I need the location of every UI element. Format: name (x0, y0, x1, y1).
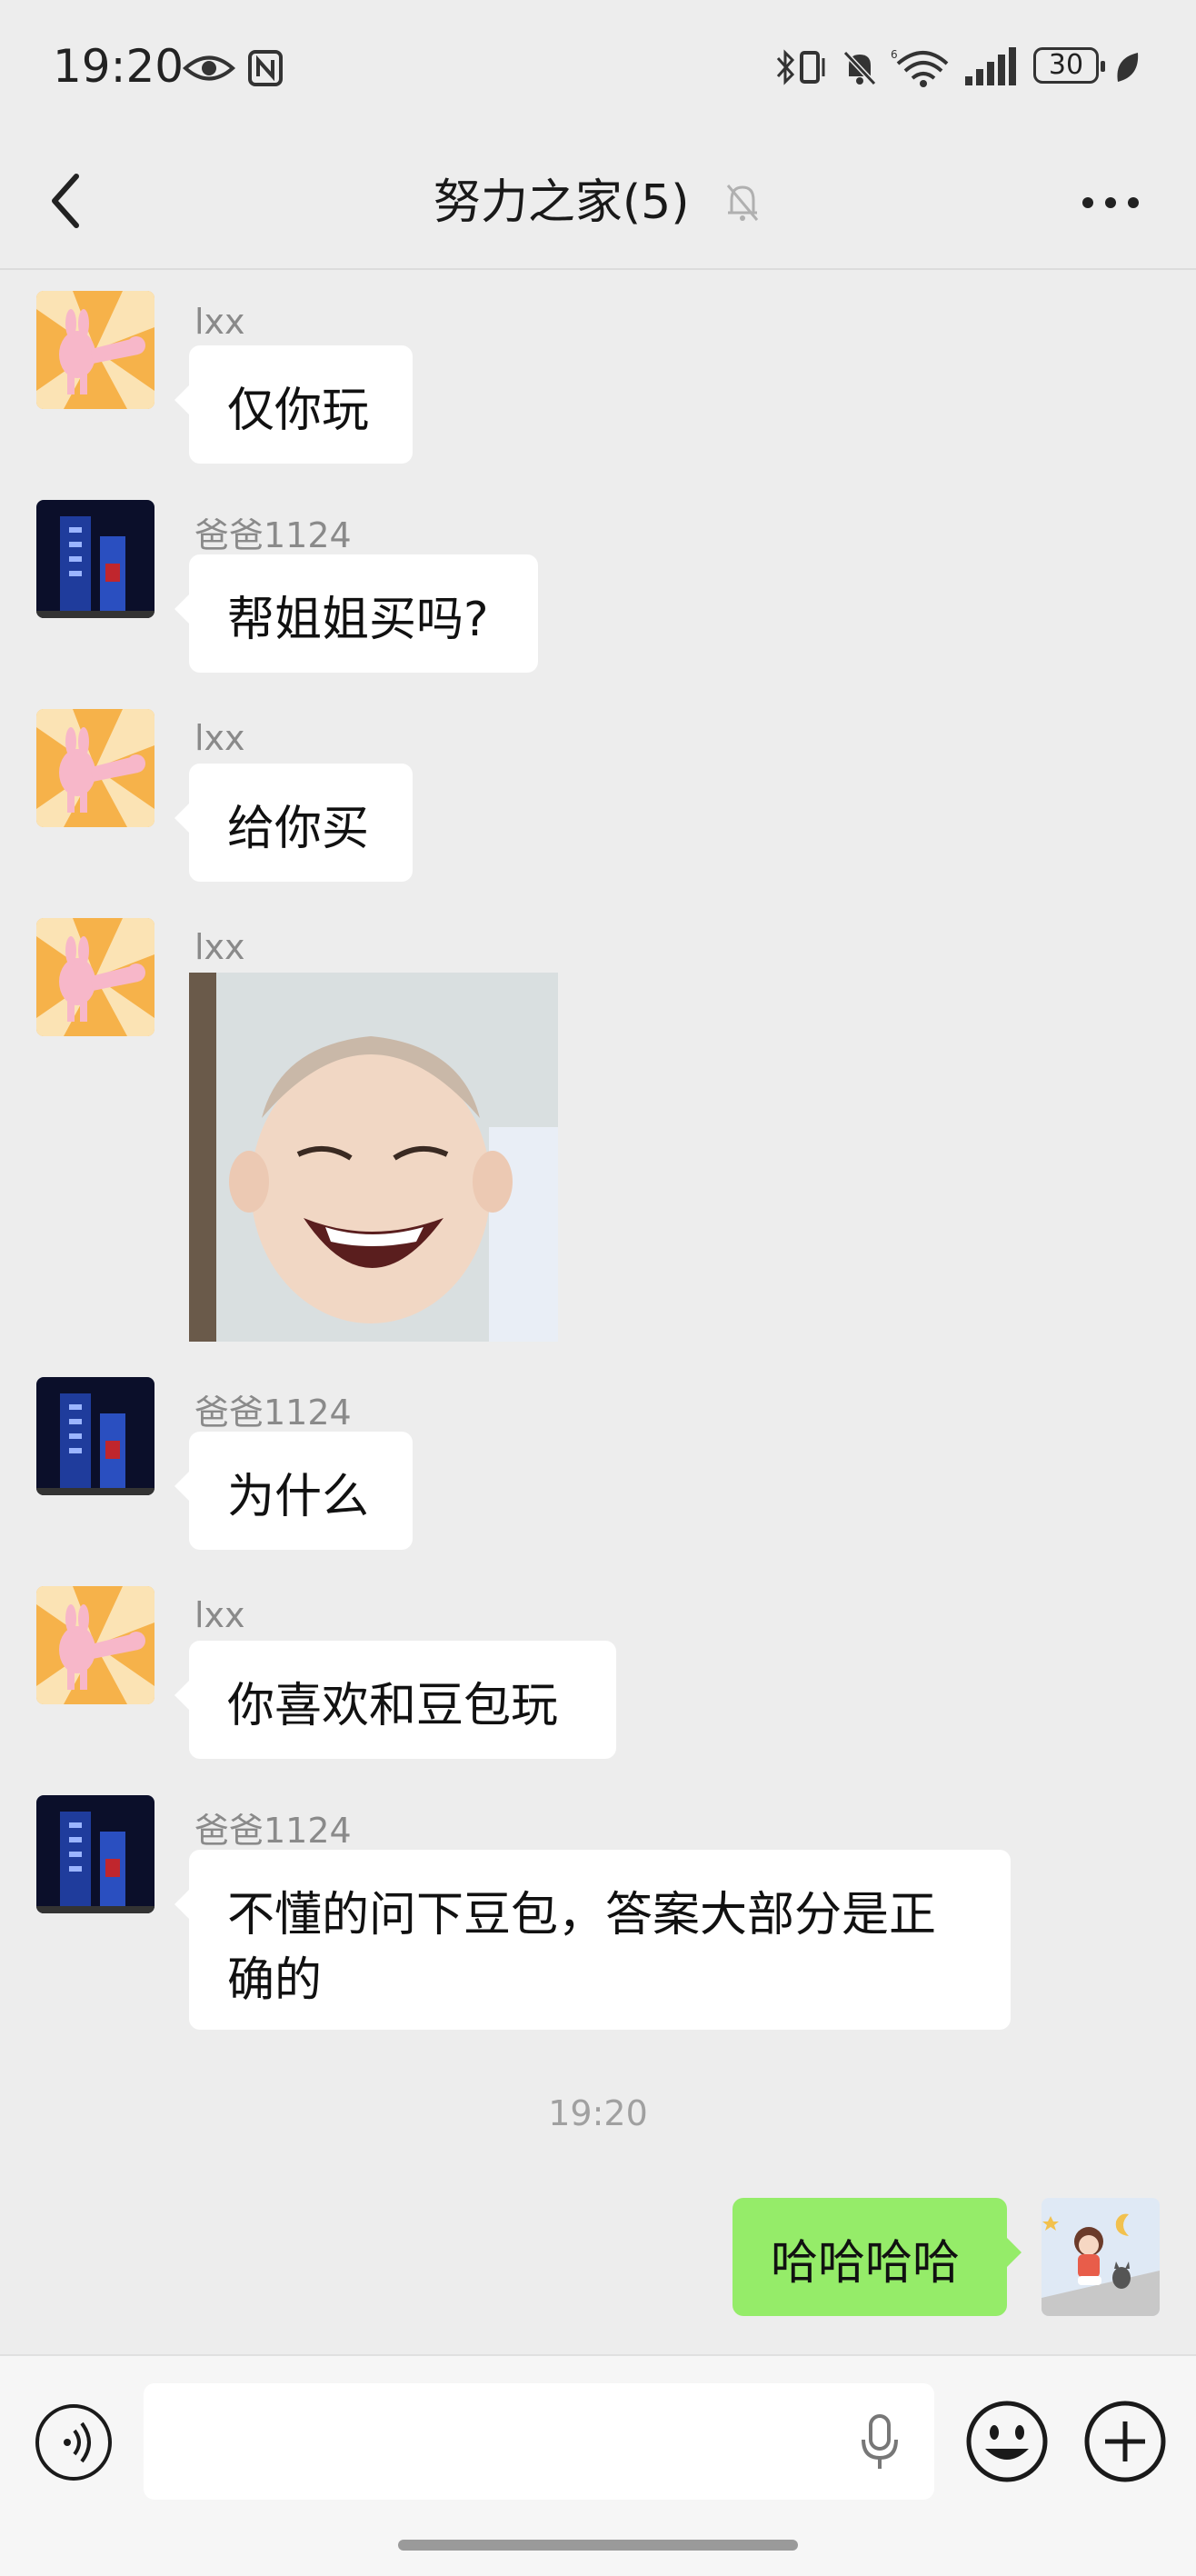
status-bar: 19:20 6 30 (0, 0, 1196, 136)
sender-name: lxx (194, 1595, 245, 1635)
laughing-baby-sticker[interactable] (189, 973, 558, 1342)
bunny-avatar-icon (36, 709, 154, 827)
message-input[interactable] (144, 2383, 934, 2500)
signal-icon (965, 47, 1016, 85)
bunny-avatar-icon (36, 1586, 154, 1704)
plus-icon[interactable] (1081, 2398, 1169, 2485)
eye-icon (182, 55, 236, 81)
sender-name: lxx (194, 927, 245, 967)
girl-cat-avatar-icon (1042, 2198, 1160, 2316)
self-avatar[interactable] (1042, 2198, 1160, 2316)
message-bubble[interactable]: 给你买 (174, 764, 413, 882)
message-bubble[interactable]: 不懂的问下豆包，答案大部分是正确的 (174, 1850, 1011, 2030)
self-message-bubble[interactable]: 哈哈哈哈 (733, 2198, 1022, 2316)
voice-icon[interactable] (33, 2401, 115, 2483)
sender-name: 爸爸1124 (194, 1811, 352, 1851)
message-bubble[interactable]: 仅你玩 (174, 345, 413, 464)
bunny-avatar-icon (36, 918, 154, 1036)
chat-timestamp: 19:20 (548, 2093, 648, 2133)
mute-bell-icon (726, 185, 759, 221)
bunny-avatar-icon (36, 291, 154, 409)
bluetooth-vibrate-icon (776, 49, 825, 85)
night-building-avatar-icon (36, 1377, 154, 1495)
chat-title: 努力之家(5) (0, 164, 1196, 232)
sender-name: lxx (194, 302, 245, 342)
emoji-icon[interactable] (963, 2398, 1051, 2485)
message-bubble[interactable]: 为什么 (174, 1432, 413, 1550)
night-building-avatar-icon (36, 1795, 154, 1913)
avatar[interactable] (36, 1377, 154, 1495)
avatar[interactable] (36, 918, 154, 1036)
wifi-icon: 6 (891, 48, 949, 87)
svg-text:6: 6 (891, 48, 898, 61)
sender-name: 爸爸1124 (194, 515, 352, 555)
chat-title-text: 努力之家(5) (433, 175, 690, 230)
avatar[interactable] (36, 1586, 154, 1704)
message-bubble[interactable]: 帮姐姐买吗? (174, 554, 538, 673)
avatar[interactable] (36, 500, 154, 618)
sender-name: lxx (194, 718, 245, 758)
sender-name: 爸爸1124 (194, 1393, 352, 1433)
avatar[interactable] (36, 709, 154, 827)
battery-indicator: 30 (1033, 47, 1105, 84)
header-divider (0, 268, 1196, 270)
nfc-icon (248, 50, 283, 86)
night-building-avatar-icon (36, 500, 154, 618)
chat-header: 努力之家(5) (0, 136, 1196, 268)
home-indicator[interactable] (398, 2540, 798, 2551)
leaf-icon (1117, 53, 1139, 82)
more-icon[interactable] (1081, 196, 1140, 209)
message-bubble[interactable]: 你喜欢和豆包玩 (174, 1641, 616, 1759)
avatar[interactable] (36, 1795, 154, 1913)
avatar[interactable] (36, 291, 154, 409)
microphone-icon[interactable] (858, 2414, 902, 2471)
status-time: 19:20 (53, 40, 184, 93)
mute-icon (842, 50, 877, 86)
